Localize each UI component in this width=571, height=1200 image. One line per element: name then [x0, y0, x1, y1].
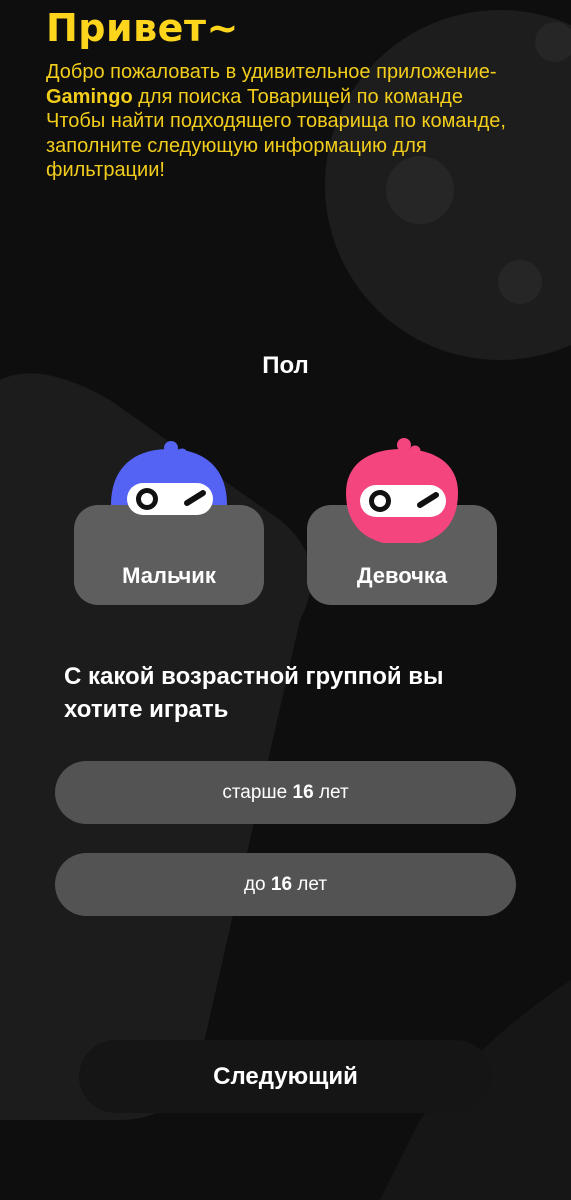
age-option-prefix: старше: [222, 782, 293, 803]
brand-name: Gamingo: [46, 85, 133, 108]
gender-option-girl-label: Девочка: [356, 563, 448, 588]
age-option-suffix: лет: [313, 782, 349, 803]
age-option-older-16[interactable]: старше 16 лет: [55, 761, 516, 824]
age-option-number: 16: [270, 874, 293, 895]
age-option-prefix: до: [243, 874, 271, 895]
gender-label: Пол: [262, 352, 309, 379]
intro-line-1-prefix: Добро пожаловать в удивительное приложен…: [46, 61, 497, 83]
age-option-under-16[interactable]: до 16 лет: [55, 853, 516, 916]
age-question: С какой возрастной группой вы хотите игр…: [64, 663, 444, 723]
intro-line-1-suffix: для поиска Товарищей по команде: [132, 85, 463, 108]
age-option-suffix: лет: [292, 874, 328, 895]
girl-mascot-icon: [346, 438, 458, 543]
boy-mascot-icon: [111, 441, 227, 515]
page-title: Привет~: [46, 6, 239, 50]
intro-line-2: Чтобы найти подходящего товарища по кома…: [46, 110, 506, 181]
gender-option-boy-label: Мальчик: [122, 563, 216, 588]
next-button[interactable]: Следующий: [79, 1040, 492, 1113]
age-option-number: 16: [292, 782, 314, 803]
intro-text: Добро пожаловать в удивительное приложен…: [46, 60, 536, 183]
